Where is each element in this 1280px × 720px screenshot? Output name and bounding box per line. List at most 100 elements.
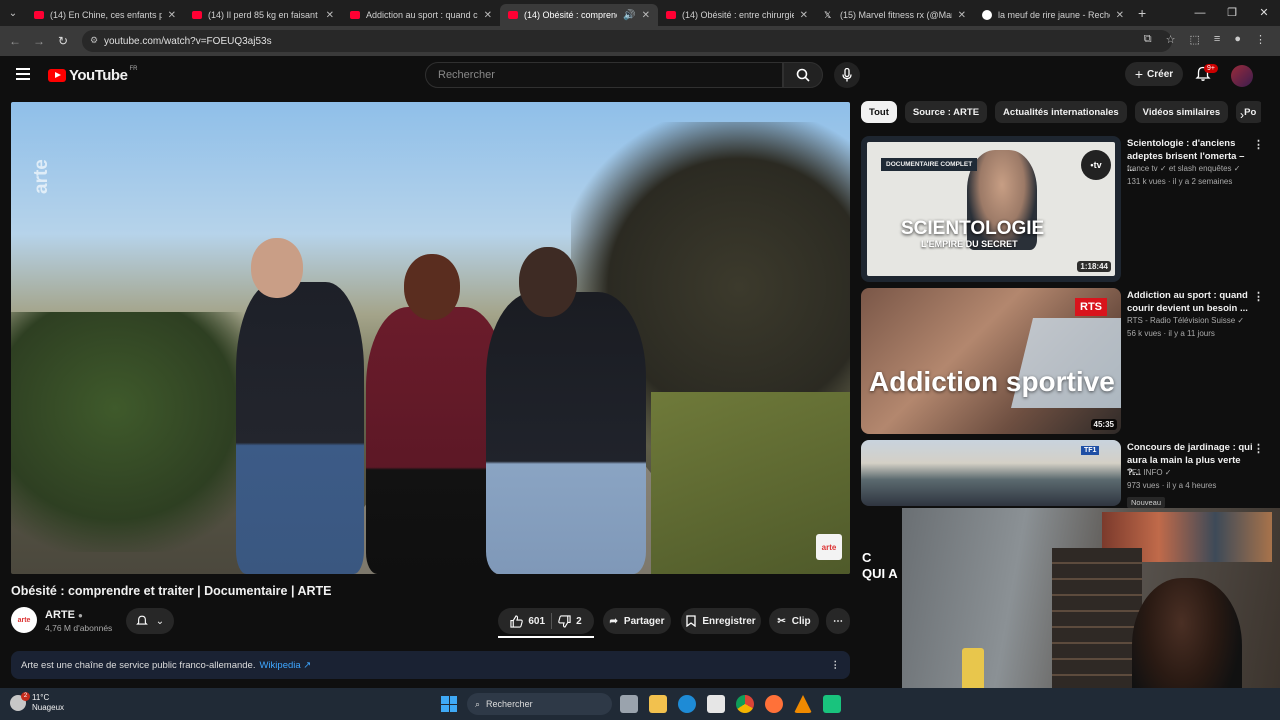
store-icon[interactable] [707,695,725,713]
browser-tab[interactable]: Addiction au sport : quand cou ✕ [342,4,500,26]
close-window-icon[interactable]: ✕ [1248,0,1280,26]
chip-source-arte[interactable]: Source : ARTE [904,101,988,123]
browser-tab[interactable]: (14) En Chine, ces enfants porte✕ [26,4,184,26]
account-avatar[interactable] [1231,65,1253,87]
google-icon [982,10,992,20]
more-actions-button[interactable]: ⋯ [826,608,850,634]
video-frame-head [404,254,460,320]
browser-tab[interactable]: la meuf de rire jaune - Recherc ✕ [974,4,1132,26]
browser-tab[interactable]: (14) Obésité : entre chirurgie et✕ [658,4,816,26]
tab-search-icon[interactable]: ⌄ [0,0,26,26]
video-frame-person-woman [366,307,506,574]
hamburger-menu-icon[interactable] [16,68,30,83]
maximize-icon[interactable]: ❐ [1216,0,1248,26]
france-tv-logo: •tv [1081,150,1111,180]
vlc-icon[interactable] [794,695,812,713]
search-box[interactable] [425,62,783,88]
save-button[interactable]: Enregistrer [681,608,761,634]
bookmark-icon [686,615,696,627]
weather-widget[interactable]: 2 11°C Nuageux [10,692,64,713]
bell-icon [135,615,148,625]
video-frame-head [519,247,577,317]
close-tab-icon[interactable]: ✕ [326,10,334,21]
recommendation-channel[interactable]: RTS - Radio Télévision Suisse ✓ [1127,316,1244,325]
arte-corner-logo: arte [816,534,842,560]
media-icon[interactable]: ≡ [1214,33,1220,46]
more-options-icon[interactable]: ⋮ [1253,442,1264,455]
windows-start-icon[interactable] [441,696,457,712]
recommendation-channel[interactable]: TF1 INFO ✓ [1127,468,1171,477]
plus-icon: + [1134,66,1144,82]
extensions-icon[interactable]: ⬚ [1190,33,1200,46]
recommendation-item[interactable]: DOCUMENTAIRE COMPLET •tv SCIENTOLOGIE L'… [861,136,1264,282]
divider [551,613,553,629]
rts-logo: RTS [1075,298,1107,316]
browser-tab[interactable]: (14) Il perd 85 kg en faisant des✕ [184,4,342,26]
create-button[interactable]: + Créer [1125,62,1183,86]
taskbar-search[interactable]: ⌕ Rechercher [467,693,612,715]
site-info-icon[interactable]: ⚙ [90,35,99,46]
recommendation-thumbnail[interactable]: RTS Addiction sportive 45:35 [861,288,1121,434]
search-button[interactable] [783,62,823,88]
recommendation-item[interactable]: TF1 Concours de jardinage : qui aura la … [861,440,1264,510]
new-tab-button[interactable]: + [1138,5,1146,21]
recommendation-thumbnail[interactable]: TF1 [861,440,1121,506]
youtube-play-icon [48,69,66,82]
video-title: Obésité : comprendre et traiter | Docume… [11,584,332,598]
browser-tab[interactable]: 𝕏 (15) Marvel fitness rx (@Marve ✕ [816,4,974,26]
close-tab-icon[interactable]: ✕ [642,10,650,21]
chevron-right-icon[interactable]: › [1240,108,1244,122]
share-button[interactable]: ➦ Partager [603,608,671,634]
recommendation-item[interactable]: RTS Addiction sportive 45:35 Addiction a… [861,288,1264,434]
app-icon[interactable] [823,695,841,713]
weather-icon: 2 [10,692,30,711]
video-frame-trees-left [11,312,271,552]
url-field[interactable]: ⚙ youtube.com/watch?v=FOEUQ3aj53s [82,30,1172,52]
voice-search-button[interactable] [834,62,860,88]
filter-chips: Tout Source : ARTE Actualités internatio… [861,101,1261,125]
clip-button[interactable]: ✂ Clip [769,608,819,634]
chrome-icon[interactable] [736,695,754,713]
close-tab-icon[interactable]: ✕ [168,10,176,21]
close-tab-icon[interactable]: ✕ [484,10,492,21]
recommendation-title[interactable]: Addiction au sport : quand courir devien… [1127,290,1253,315]
webcam-shelf [1052,548,1142,698]
search-input[interactable] [438,69,782,81]
file-explorer-icon[interactable] [649,695,667,713]
more-options-icon[interactable]: ⋮ [1253,290,1264,303]
profile-icon[interactable]: ● [1234,33,1241,46]
recommendation-thumbnail[interactable]: DOCUMENTAIRE COMPLET •tv SCIENTOLOGIE L'… [861,136,1121,282]
chip-all[interactable]: Tout [861,101,897,123]
chip-similar-videos[interactable]: Vidéos similaires [1134,101,1229,123]
browser-tab-active[interactable]: (14) Obésité : comprendre🔊✕ [500,4,658,26]
info-more-icon[interactable]: ⋮ [831,660,841,671]
install-icon[interactable]: ⧉ [1144,33,1152,46]
task-view-icon[interactable] [620,695,638,713]
forward-icon[interactable]: → [27,34,51,48]
firefox-icon[interactable] [765,695,783,713]
recommendation-meta: 56 k vues · il y a 11 jours [1127,329,1215,338]
bookmark-star-icon[interactable]: ☆ [1166,33,1176,46]
close-tab-icon[interactable]: ✕ [1116,10,1124,21]
minimize-icon[interactable]: — [1184,0,1216,26]
dislike-button[interactable]: 2 [558,614,582,628]
speaker-icon[interactable]: 🔊 [623,10,635,21]
channel-avatar[interactable]: arte [11,607,37,633]
channel-name[interactable]: ARTE ● [45,609,83,621]
youtube-icon [508,11,518,19]
close-tab-icon[interactable]: ✕ [958,10,966,21]
close-tab-icon[interactable]: ✕ [800,10,808,21]
subscription-bell-button[interactable]: ⌄ [126,608,174,634]
back-icon[interactable]: ← [3,34,27,48]
like-button[interactable]: 601 [510,614,545,628]
x-icon: 𝕏 [824,9,832,20]
chip-international-news[interactable]: Actualités internationales [995,101,1127,123]
edge-icon[interactable] [678,695,696,713]
recommendation-channel[interactable]: france tv ✓ et slash enquêtes ✓ [1127,164,1240,173]
youtube-logo[interactable]: YouTube FR [48,66,137,84]
menu-icon[interactable]: ⋮ [1255,33,1266,46]
more-options-icon[interactable]: ⋮ [1253,138,1264,151]
video-player[interactable]: arte arte [11,102,850,574]
wikipedia-link[interactable]: Wikipedia ↗ [259,660,311,671]
reload-icon[interactable]: ↻ [51,34,75,48]
